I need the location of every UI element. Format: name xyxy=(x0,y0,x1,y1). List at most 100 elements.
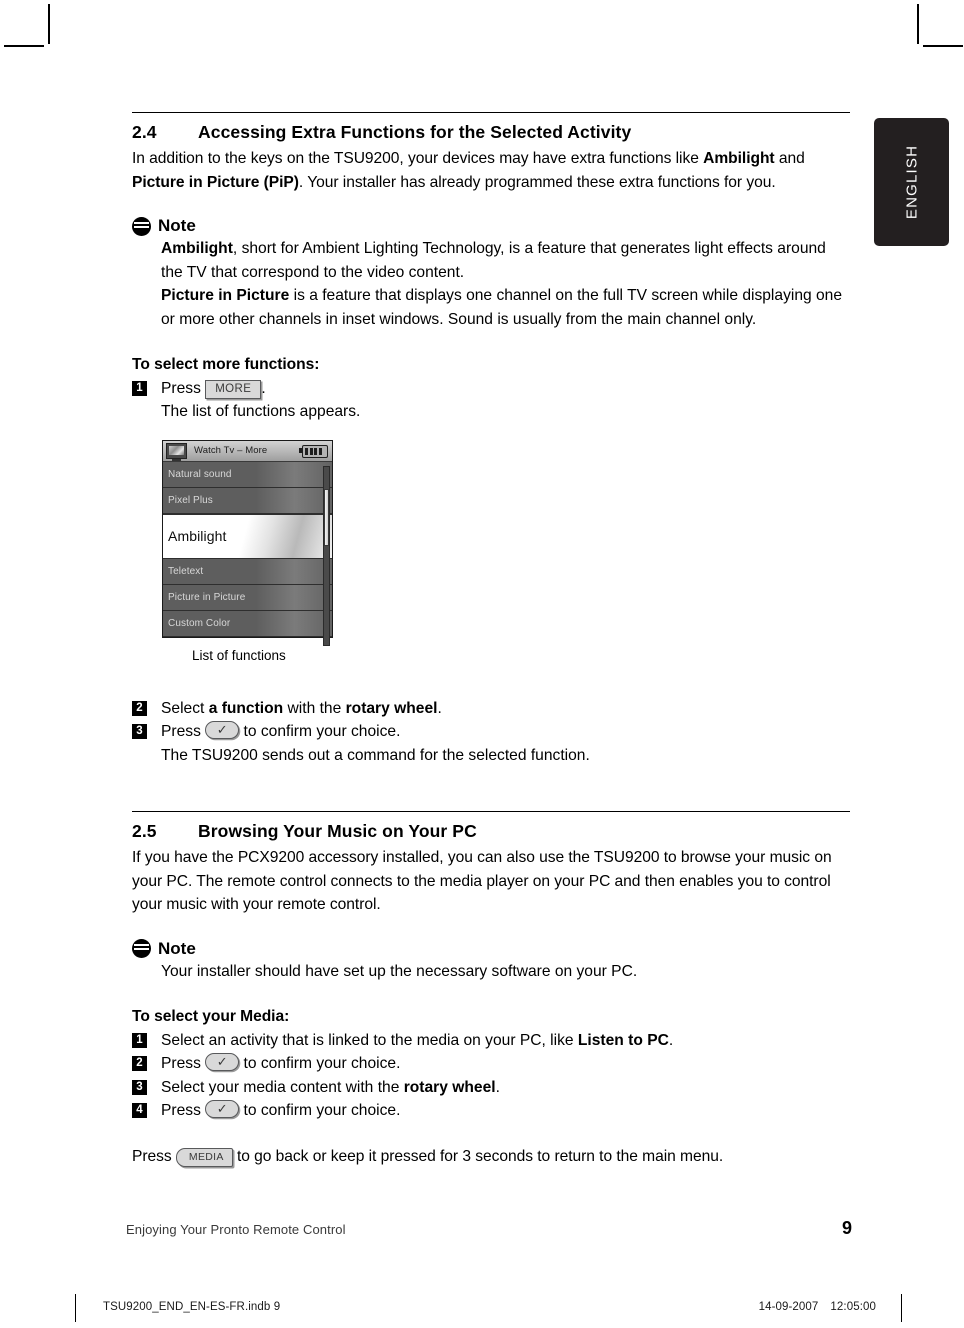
note-line-pip: Picture in Picture is a feature that dis… xyxy=(161,284,850,331)
note-header-25: Note xyxy=(132,939,850,959)
step-number-badge: 2 xyxy=(132,1056,147,1071)
confirm-key-glyph: ✓ xyxy=(205,1100,240,1118)
note-bold-pip: Picture in Picture xyxy=(161,287,290,304)
step-text: Press MORE. xyxy=(161,377,850,401)
tv-icon xyxy=(166,442,187,461)
step-item: 2 Press ✓ to confirm your choice. xyxy=(132,1052,850,1076)
section-24-title: Accessing Extra Functions for the Select… xyxy=(198,122,632,142)
step2-bold-wheel: rotary wheel xyxy=(345,699,438,717)
battery-icon xyxy=(299,444,328,458)
section-rule-25 xyxy=(132,811,850,812)
step-text: Press ✓ to confirm your choice. xyxy=(161,1052,850,1076)
m-step1-pre: Select an activity that is linked to the… xyxy=(161,1031,578,1049)
note-rest-ambilight: , short for Ambient Lighting Technology,… xyxy=(161,240,826,281)
step-number-badge: 3 xyxy=(132,1079,147,1095)
step2-pre: Select xyxy=(161,699,209,717)
section-24-heading: 2.4 Accessing Extra Functions for the Sel… xyxy=(132,122,850,143)
device-function-list: Natural sound Pixel Plus Ambilight Telet… xyxy=(163,461,332,646)
closing-instruction: Press MEDIA to go back or keep it presse… xyxy=(132,1145,850,1169)
m-step2-post: to confirm your choice. xyxy=(239,1055,401,1072)
section-25-number: 2.5 xyxy=(132,821,157,841)
printbar-timestamp: 14-09-2007 12:05:00 xyxy=(747,1301,876,1313)
confirm-key-glyph: ✓ xyxy=(205,1053,240,1071)
step-number-badge: 2 xyxy=(132,700,147,716)
device-list-item-label: Custom Color xyxy=(168,617,231,629)
device-scrollbar[interactable] xyxy=(323,465,330,646)
page-number: 9 xyxy=(841,1218,852,1238)
step1-sub-24: The list of functions appears. xyxy=(161,403,361,420)
step-text: Select a function with the rotary wheel. xyxy=(161,697,850,721)
step1-pre: Press xyxy=(161,379,206,397)
media-key-glyph: MEDIA xyxy=(175,1147,233,1167)
device-list-item[interactable]: Pixel Plus xyxy=(163,487,332,514)
confirm-key-glyph: ✓ xyxy=(205,721,240,739)
note-icon xyxy=(132,939,151,958)
checkmark-icon: ✓ xyxy=(216,1054,228,1069)
step2-bold-function: a function xyxy=(208,699,284,717)
steps-title-24: To select more functions: xyxy=(132,356,320,373)
section-rule-24 xyxy=(132,112,850,113)
note-header-24: Note xyxy=(132,216,850,236)
note-title-25: Note xyxy=(158,938,196,958)
step-item: 2 Select a function with the rotary whee… xyxy=(132,697,850,721)
step2-mid: with the xyxy=(283,699,346,717)
device-list-item-label: Ambilight xyxy=(168,528,227,544)
step-number-badge: 3 xyxy=(132,724,147,739)
closing-pre: Press xyxy=(132,1147,176,1165)
m-step1-bold: Listen to PC xyxy=(577,1031,669,1049)
device-header: Watch Tv – More xyxy=(163,440,332,462)
intro-bold-ambilight: Ambilight xyxy=(703,150,775,167)
step-number-badge: 1 xyxy=(132,1032,147,1048)
m-step2-pre: Press xyxy=(161,1055,206,1072)
device-list-item-selected[interactable]: Ambilight xyxy=(163,513,332,559)
step1-post: . xyxy=(261,379,266,397)
step-item: 3 Select your media content with the rot… xyxy=(132,1076,850,1100)
page-footer: Enjoying Your Pronto Remote Control 9 xyxy=(126,1218,852,1239)
device-list-item[interactable]: Natural sound xyxy=(163,461,332,488)
checkmark-icon: ✓ xyxy=(216,722,228,737)
step3-post: to confirm your choice. xyxy=(239,723,401,740)
language-tab: ENGLISH xyxy=(874,118,949,246)
note-bold-ambilight: Ambilight xyxy=(161,240,233,257)
more-key-glyph: MORE xyxy=(205,379,262,399)
printbar-date: 14-09-2007 xyxy=(758,1301,819,1313)
device-list-item[interactable]: Custom Color xyxy=(163,610,332,637)
steps-list-25: 1 Select an activity that is linked to t… xyxy=(132,1029,850,1123)
step-item: 3 Press ✓ to confirm your choice. xyxy=(132,720,850,744)
checkmark-icon: ✓ xyxy=(216,1101,228,1116)
language-tab-label: ENGLISH xyxy=(903,144,920,220)
page-content: 2.4 Accessing Extra Functions for the Sel… xyxy=(132,112,850,1168)
device-title: Watch Tv – More xyxy=(194,445,268,456)
step-number-badge: 1 xyxy=(132,380,147,396)
section-25-intro: If you have the PCX9200 accessory instal… xyxy=(132,849,832,913)
step2-post: . xyxy=(437,699,442,717)
intro-bold-pip: Picture in Picture (PiP) xyxy=(132,173,299,191)
steps-list-24: 1 Press MORE. The list of functions appe… xyxy=(132,377,850,424)
note-title-24: Note xyxy=(158,216,196,235)
steps-list-24b: 2 Select a function with the rotary whee… xyxy=(132,697,850,768)
section-25-heading: 2.5 Browsing Your Music on Your PC xyxy=(132,821,850,842)
intro-text-2: and xyxy=(774,150,805,167)
figure-caption: List of functions xyxy=(192,647,286,663)
intro-text-3: . Your installer has already programmed … xyxy=(298,173,776,191)
device-list-item-label: Pixel Plus xyxy=(168,494,213,506)
crop-mark-top-left xyxy=(48,4,50,44)
device-list-item[interactable]: Teletext xyxy=(163,558,332,585)
device-list-item-label: Picture in Picture xyxy=(168,591,246,603)
section-24-intro: In addition to the keys on the TSU9200, … xyxy=(132,147,850,194)
m-step4-pre: Press xyxy=(161,1102,206,1119)
closing-post: to go back or keep it pressed for 3 seco… xyxy=(232,1147,724,1165)
device-list-item[interactable]: Picture in Picture xyxy=(163,584,332,611)
device-scrollbar-thumb[interactable] xyxy=(324,488,329,546)
steps-title-25: To select your Media: xyxy=(132,1008,290,1025)
m-step4-post: to confirm your choice. xyxy=(239,1102,401,1119)
printbar-left-rule xyxy=(75,1294,77,1322)
note-icon xyxy=(132,216,151,236)
print-info-bar: TSU9200_END_EN-ES-FR.indb 9 14-09-2007 12… xyxy=(0,1288,964,1328)
crop-mark-top-right xyxy=(917,4,919,44)
step-item: 1 Select an activity that is linked to t… xyxy=(132,1029,850,1053)
document-page: ENGLISH 2.4 Accessing Extra Functions for… xyxy=(0,0,964,1328)
device-list-item-label: Natural sound xyxy=(168,468,232,480)
m-step1-post: . xyxy=(668,1031,674,1049)
printbar-right-rule xyxy=(900,1294,902,1322)
